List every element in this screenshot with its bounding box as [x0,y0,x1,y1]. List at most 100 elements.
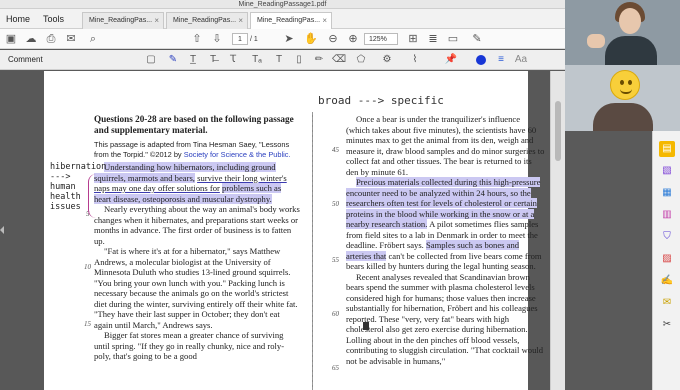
page-total: / 1 [249,36,258,43]
close-icon[interactable]: × [322,13,327,29]
send-for-signature-icon[interactable]: ✉ [659,295,675,311]
tab-document-1-label: Mine_ReadingPas... [89,17,153,24]
comment-toolbar-label: Comment [8,55,43,64]
protect-icon[interactable]: ⛉ [659,229,675,245]
email-icon[interactable]: ✉ [64,32,78,46]
create-pdf-icon[interactable]: ▨ [659,251,675,267]
margin-note-line: hibernation [50,162,107,172]
text-box-icon[interactable]: T [272,53,286,67]
webcam-participant-1 [565,0,680,65]
tab-bar: Home Tools Mine_ReadingPas... × Mine_Rea… [0,9,565,29]
line-number: 45 [332,146,339,154]
attach-icon[interactable]: ⌇ [408,53,422,67]
page-down-icon[interactable]: ⇩ [210,32,224,46]
stamp-icon[interactable]: ⚙ [380,53,394,67]
search-icon[interactable]: ⌕ [86,32,100,46]
left-paragraph-2: Nearly everything about the way an anima… [94,204,300,246]
tab-document-3[interactable]: Mine_ReadingPas... × [250,12,332,29]
tab-document-1[interactable]: Mine_ReadingPas... × [82,12,164,29]
hand-icon[interactable]: ✋ [304,32,318,46]
right-paragraph-3: Recent analyses revealed that Scandinavi… [346,271,544,366]
page-indicator: 1 / 1 [232,33,258,46]
tab-home[interactable]: Home [6,9,30,29]
tab-tools[interactable]: Tools [43,9,64,29]
page-up-icon[interactable]: ⇧ [190,32,204,46]
tab-document-2[interactable]: Mine_ReadingPas... × [166,12,248,29]
color-picker-icon[interactable] [474,53,488,67]
replace-text-icon[interactable]: Ꚍ [226,53,240,67]
handwritten-margin-note: hibernation ---> human health issues [50,162,106,212]
comment-tool-icon[interactable]: ▤ [659,141,675,157]
participant-body [605,36,657,65]
select-arrow-icon[interactable]: ➤ [282,32,296,46]
left-paragraph-1: Understanding how hibernators, including… [94,162,300,204]
tab-document-3-label: Mine_ReadingPas... [257,17,321,24]
text-cursor-icon [363,322,369,330]
fit-page-icon[interactable]: ⊞ [406,32,420,46]
line-number: 15 [84,320,91,328]
underline-text-icon[interactable]: T̲ [186,53,200,67]
pin-icon[interactable]: 📌 [444,53,458,67]
right-paragraph-2-tail: Fröbert says. [379,240,424,250]
sign-pen-icon[interactable]: ✎ [470,32,484,46]
scroll-mode-icon[interactable]: ≣ [426,32,440,46]
passage-heading: Questions 20-28 are based on the followi… [94,114,294,135]
sticky-note-icon[interactable]: ▢ [144,53,158,67]
draw-pencil-icon[interactable]: ✏ [312,53,326,67]
left-panel-toggle[interactable] [0,226,4,234]
organize-pages-icon[interactable]: ▥ [659,207,675,223]
text-comment-icon[interactable]: ▯ [292,53,306,67]
window-title: Mine_ReadingPassage1.pdf [238,1,327,8]
fill-sign-icon[interactable]: ✍ [659,273,675,289]
emoji-mouth [620,89,632,94]
passage-source-org: Society for Science & the Public. [183,149,291,159]
more-tools-icon[interactable]: ✂ [659,317,675,333]
line-weight-icon[interactable]: ≡ [494,53,508,67]
upload-cloud-icon[interactable]: ☁ [24,32,38,46]
insert-text-icon[interactable]: Tₐ [250,53,264,67]
participant-hand [587,34,605,48]
margin-note-line: health [50,192,81,202]
vertical-scrollbar[interactable] [550,71,565,390]
font-style-icon[interactable]: Aa [514,53,528,67]
close-icon[interactable]: × [154,13,159,29]
line-number: 55 [332,256,339,264]
column-divider [312,112,313,390]
right-tools-panel: ▤ ▧ ▦ ▥ ⛉ ▨ ✍ ✉ ✂ [652,131,680,390]
export-pdf-icon[interactable]: ▦ [659,185,675,201]
highlight-pen-icon[interactable]: ✎ [166,53,180,67]
margin-note-line: human [50,182,76,192]
right-column: Once a bear is under the tranquilizer's … [346,114,546,366]
edit-pdf-icon[interactable]: ▧ [659,163,675,179]
comment-icon[interactable]: ▭ [446,32,460,46]
window-titlebar: Mine_ReadingPassage1.pdf [0,0,565,9]
left-paragraph-4: Bigger fat stores mean a greater chance … [94,330,285,362]
right-paragraph-2: Precious materials collected during this… [346,177,546,272]
zoom-in-icon[interactable]: ⊕ [346,32,360,46]
comment-toolbar: Comment ▢ ✎ T̲ T̶ Ꚍ Tₐ T ▯ ✏ ⌫ ⬠ ⚙ ⌇ 📌 ≡… [0,50,565,70]
zoom-level-select[interactable]: 125% [364,33,398,45]
passage-source: This passage is adapted from Tina Hesman… [94,140,300,159]
smiley-face-icon [610,70,640,100]
zoom-out-icon[interactable]: ⊖ [326,32,340,46]
emoji-eye [620,80,624,85]
eraser-icon[interactable]: ⌫ [332,53,346,67]
close-icon[interactable]: × [238,13,243,29]
strikethrough-text-icon[interactable]: T̶ [206,53,220,67]
left-gutter [0,71,44,390]
save-icon[interactable]: ▣ [4,32,18,46]
participant-face [619,8,641,34]
margin-note-line: ---> [50,172,71,182]
handwritten-annotation-top: broad ---> specific [318,94,444,107]
left-column: Questions 20-28 are based on the followi… [94,114,300,362]
print-icon[interactable]: ⎙ [44,32,58,46]
emoji-eye [628,80,632,85]
line-number: 10 [84,263,91,271]
shapes-icon[interactable]: ⬠ [354,53,368,67]
tab-document-2-label: Mine_ReadingPas... [173,17,237,24]
line-number: 65 [332,364,339,372]
page-number-input[interactable]: 1 [232,33,248,45]
left-paragraph-3: "Fat is where it's at for a hibernator,"… [94,246,298,330]
line-number: 60 [332,310,339,318]
scrollbar-thumb[interactable] [555,101,561,161]
